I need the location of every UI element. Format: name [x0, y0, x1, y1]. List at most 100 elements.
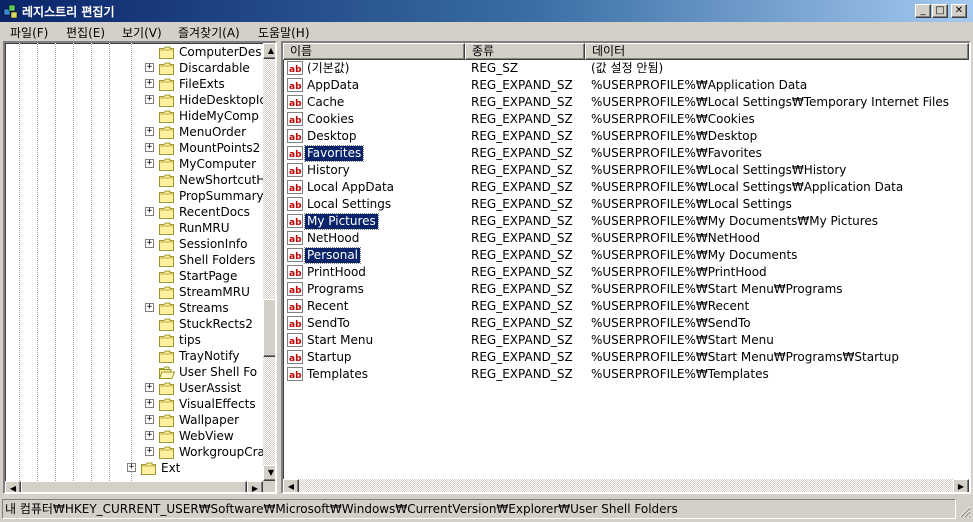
- expand-icon[interactable]: +: [145, 303, 154, 312]
- menu-file[interactable]: 파일(F): [10, 24, 48, 41]
- value-row[interactable]: ab Recent REG_EXPAND_SZ %USERPROFILE%₩Recen…: [283, 298, 969, 315]
- expand-icon[interactable]: +: [145, 143, 154, 152]
- tree-item[interactable]: User Shell Fo: [5, 364, 265, 380]
- scroll-left-button[interactable]: ◀: [283, 479, 299, 492]
- tree-item[interactable]: + WorkgroupCra: [5, 444, 265, 460]
- registry-value-list[interactable]: 이름 종류 데이터 ab (기본값) REG_SZ (값 설정 안됨) ab AppDat…: [281, 41, 971, 494]
- expand-icon[interactable]: +: [145, 415, 154, 424]
- value-row[interactable]: ab Favorites REG_EXPAND_SZ %USERPROFILE%₩Fa…: [283, 145, 969, 162]
- tree-item[interactable]: TrayNotify: [5, 348, 265, 364]
- menu-edit[interactable]: 편집(E): [66, 24, 105, 41]
- menu-bar: 파일(F) 편집(E) 보기(V) 즐겨찾기(A) 도움말(H): [0, 22, 973, 41]
- expand-icon[interactable]: +: [145, 399, 154, 408]
- registry-key-tree[interactable]: ComputerDes + Discardable + FileExts + HideDes…: [3, 41, 277, 494]
- value-row[interactable]: ab Programs REG_EXPAND_SZ %USERPROFILE%₩Sta…: [283, 281, 969, 298]
- value-type: REG_EXPAND_SZ: [471, 146, 573, 160]
- expand-icon[interactable]: +: [145, 207, 154, 216]
- title-bar[interactable]: 레지스트리 편집기 _ □ ✕: [0, 0, 973, 22]
- minimize-button[interactable]: _: [915, 4, 931, 18]
- tree-item[interactable]: + Discardable: [5, 60, 265, 76]
- column-header-data[interactable]: 데이터: [585, 43, 969, 60]
- expand-icon[interactable]: +: [145, 239, 154, 248]
- value-data: %USERPROFILE%₩Start Menu₩Programs₩Startu…: [591, 350, 899, 364]
- tree-item[interactable]: + HideDesktopIc: [5, 92, 266, 108]
- value-name: Local AppData: [307, 180, 395, 194]
- expand-icon[interactable]: +: [127, 463, 136, 472]
- tree-item[interactable]: ComputerDes: [5, 44, 265, 60]
- tree-item[interactable]: StartPage: [5, 268, 265, 284]
- column-header-name[interactable]: 이름: [283, 43, 465, 60]
- tree-item[interactable]: + MenuOrder: [5, 124, 265, 140]
- value-row[interactable]: ab AppData REG_EXPAND_SZ %USERPROFILE%₩Appl…: [283, 77, 969, 94]
- value-row[interactable]: ab Desktop REG_EXPAND_SZ %USERPROFILE%₩Desk…: [283, 128, 969, 145]
- value-row[interactable]: ab Personal REG_EXPAND_SZ %USERPROFILE%₩My …: [283, 247, 969, 264]
- value-row[interactable]: ab My Pictures REG_EXPAND_SZ %USERPROFILE%₩…: [283, 213, 969, 230]
- value-data: %USERPROFILE%₩Start Menu: [591, 333, 774, 347]
- tree-item[interactable]: StreamMRU: [5, 284, 265, 300]
- tree-item[interactable]: + Streams: [5, 300, 265, 316]
- expand-icon[interactable]: +: [145, 383, 154, 392]
- scroll-thumb[interactable]: [263, 299, 275, 357]
- close-button[interactable]: ✕: [951, 4, 967, 18]
- tree-item-label: ComputerDes: [179, 45, 262, 59]
- tree-item-label: Discardable: [179, 61, 250, 75]
- tree-item[interactable]: + MountPoints2: [5, 140, 265, 156]
- value-row[interactable]: ab Templates REG_EXPAND_SZ %USERPROFILE%₩Te…: [283, 366, 969, 383]
- expand-icon[interactable]: +: [145, 127, 154, 136]
- value-row[interactable]: ab PrintHood REG_EXPAND_SZ %USERPROFILE%₩Pr…: [283, 264, 969, 281]
- scroll-up-button[interactable]: ▲: [263, 43, 275, 59]
- expand-icon[interactable]: +: [145, 159, 154, 168]
- column-header-type[interactable]: 종류: [465, 43, 585, 60]
- resize-grip-icon[interactable]: [958, 505, 971, 518]
- value-type: REG_EXPAND_SZ: [471, 265, 573, 279]
- tree-item[interactable]: + RecentDocs: [5, 204, 265, 220]
- scroll-right-button[interactable]: ▶: [247, 481, 263, 492]
- tree-item[interactable]: tips: [5, 332, 265, 348]
- expand-icon[interactable]: +: [145, 95, 154, 104]
- expand-icon[interactable]: +: [145, 447, 154, 456]
- tree-item[interactable]: NewShortcutH: [5, 172, 265, 188]
- maximize-button[interactable]: □: [932, 4, 948, 18]
- tree-item[interactable]: Shell Folders: [5, 252, 265, 268]
- value-row[interactable]: ab Local AppData REG_EXPAND_SZ %USERPROFILE…: [283, 179, 969, 196]
- tree-horizontal-scrollbar[interactable]: ◀ ▶: [5, 481, 275, 492]
- value-row[interactable]: ab SendTo REG_EXPAND_SZ %USERPROFILE%₩SendT…: [283, 315, 969, 332]
- svg-text:ab: ab: [289, 133, 302, 143]
- value-row[interactable]: ab NetHood REG_EXPAND_SZ %USERPROFILE%₩NetH…: [283, 230, 969, 247]
- value-row[interactable]: ab Startup REG_EXPAND_SZ %USERPROFILE%₩Star…: [283, 349, 969, 366]
- value-row[interactable]: ab Cookies REG_EXPAND_SZ %USERPROFILE%₩Cook…: [283, 111, 969, 128]
- tree-item[interactable]: + SessionInfo: [5, 236, 265, 252]
- tree-item[interactable]: PropSummary: [5, 188, 265, 204]
- tree-item[interactable]: + Wallpaper: [5, 412, 265, 428]
- expand-icon[interactable]: +: [145, 79, 154, 88]
- tree-item-label: WebView: [179, 429, 234, 443]
- menu-favorites[interactable]: 즐겨찾기(A): [178, 24, 240, 41]
- value-row[interactable]: ab History REG_EXPAND_SZ %USERPROFILE%₩Loca…: [283, 162, 969, 179]
- list-horizontal-scrollbar[interactable]: ◀ ▶: [283, 479, 969, 492]
- value-row[interactable]: ab (기본값) REG_SZ (값 설정 안됨): [283, 60, 969, 77]
- tree-item[interactable]: HideMyComp: [5, 108, 265, 124]
- scroll-right-button[interactable]: ▶: [953, 479, 969, 492]
- scroll-left-button[interactable]: ◀: [5, 481, 21, 492]
- tree-item[interactable]: + MyComputer: [5, 156, 265, 172]
- menu-view[interactable]: 보기(V): [122, 24, 162, 41]
- tree-vertical-scrollbar[interactable]: ▲ ▼: [263, 43, 275, 481]
- value-row[interactable]: ab Start Menu REG_EXPAND_SZ %USERPROFILE%₩S…: [283, 332, 969, 349]
- status-bar: 내 컴퓨터₩HKEY_CURRENT_USER₩Software₩Microso…: [0, 497, 973, 522]
- tree-item[interactable]: + UserAssist: [5, 380, 265, 396]
- expand-icon[interactable]: +: [145, 431, 154, 440]
- tree-item[interactable]: + FileExts: [5, 76, 265, 92]
- window-title: 레지스트리 편집기: [22, 5, 115, 19]
- tree-item[interactable]: RunMRU: [5, 220, 265, 236]
- expand-icon[interactable]: +: [145, 63, 154, 72]
- value-row[interactable]: ab Local Settings REG_EXPAND_SZ %USERPROFIL…: [283, 196, 969, 213]
- tree-item[interactable]: StuckRects2: [5, 316, 265, 332]
- scroll-down-button[interactable]: ▼: [263, 465, 275, 481]
- tree-item[interactable]: + WebView: [5, 428, 265, 444]
- scroll-thumb[interactable]: [21, 481, 247, 492]
- folder-icon: [159, 254, 175, 267]
- tree-item[interactable]: + Ext: [5, 460, 265, 476]
- value-row[interactable]: ab Cache REG_EXPAND_SZ %USERPROFILE%₩Local …: [283, 94, 969, 111]
- tree-item[interactable]: + VisualEffects: [5, 396, 265, 412]
- menu-help[interactable]: 도움말(H): [258, 24, 310, 41]
